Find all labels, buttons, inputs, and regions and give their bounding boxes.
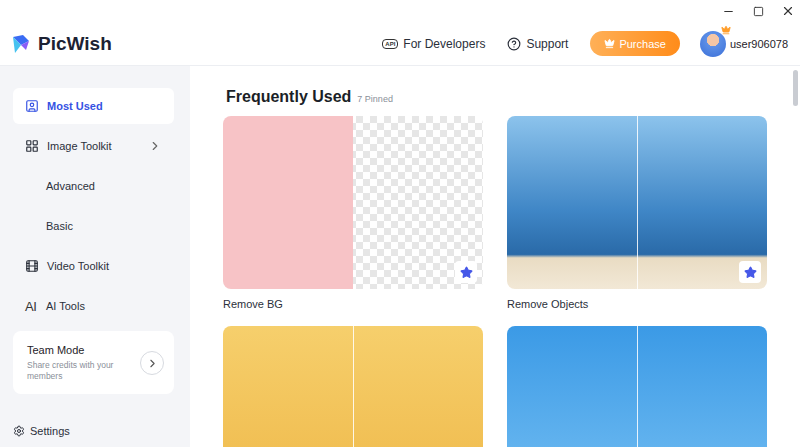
tool-grid: Remove BG Remove Objects	[223, 116, 767, 447]
compare-divider	[637, 116, 638, 289]
star-icon	[744, 266, 757, 279]
gear-icon	[13, 425, 25, 437]
user-account[interactable]: user906078	[700, 31, 788, 57]
maximize-button[interactable]	[750, 3, 766, 19]
tool-card[interactable]	[223, 326, 483, 447]
sidebar-item[interactable]: Most Used	[13, 88, 174, 124]
pin-badge[interactable]	[455, 261, 477, 283]
maximize-icon	[753, 6, 764, 17]
avatar	[700, 31, 726, 57]
compare-divider	[353, 326, 354, 447]
tool-card[interactable]	[507, 326, 767, 447]
ai-icon: AI	[25, 299, 38, 314]
main-content: Frequently Used 7 Pinned Remove BG Remove O…	[190, 66, 800, 447]
sidebar-item[interactable]: Video Toolkit	[13, 248, 174, 284]
sidebar-item[interactable]: Advanced	[13, 168, 174, 204]
vip-crown-icon	[721, 25, 731, 35]
film-icon	[25, 259, 39, 273]
settings-item[interactable]: Settings	[13, 425, 174, 437]
chevron-right-icon	[148, 139, 162, 153]
header-actions: APIFor Developers Support Purchase user9060…	[382, 31, 788, 57]
sidebar-item[interactable]: AIAI Tools	[13, 288, 174, 324]
body: Most Used Image Toolkit Advanced Basic Video…	[0, 66, 800, 447]
header: PicWish APIFor Developers Support Purchase u…	[0, 22, 800, 66]
close-button[interactable]	[780, 3, 796, 19]
team-mode-subtitle: Share credits with your members	[27, 360, 134, 382]
team-mode-title: Team Mode	[27, 344, 134, 356]
section-title: Frequently Used	[226, 88, 351, 106]
close-icon	[781, 4, 795, 18]
purchase-button[interactable]: Purchase	[590, 31, 679, 56]
tool-preview	[223, 116, 483, 289]
sidebar: Most Used Image Toolkit Advanced Basic Video…	[0, 66, 190, 447]
compare-divider	[637, 326, 638, 447]
scrollbar-thumb[interactable]	[793, 70, 798, 106]
pin-badge[interactable]	[739, 261, 761, 283]
grid-icon	[25, 139, 39, 153]
brand[interactable]: PicWish	[10, 33, 112, 55]
help-icon	[507, 37, 521, 51]
crown-icon	[604, 38, 615, 49]
team-mode-button[interactable]	[140, 351, 164, 375]
tool-card[interactable]: Remove BG	[223, 116, 483, 312]
chevron-right-icon	[146, 357, 159, 370]
section-header: Frequently Used 7 Pinned	[226, 88, 767, 106]
brand-name: PicWish	[38, 33, 112, 55]
header-link[interactable]: APIFor Developers	[382, 37, 485, 51]
sidebar-item[interactable]: Image Toolkit	[13, 128, 174, 164]
app-window: PicWish APIFor Developers Support Purchase u…	[0, 0, 800, 447]
api-icon: API	[382, 39, 398, 49]
picwish-logo-icon	[10, 33, 32, 55]
user-name: user906078	[730, 38, 788, 50]
minimize-icon	[722, 5, 735, 18]
tool-preview	[507, 326, 767, 447]
tool-label: Remove Objects	[507, 298, 767, 312]
header-link[interactable]: Support	[507, 37, 568, 51]
tool-preview	[223, 326, 483, 447]
tool-label: Remove BG	[223, 298, 483, 312]
pinned-count: 7 Pinned	[357, 94, 393, 104]
star-icon	[460, 266, 473, 279]
tool-card[interactable]: Remove Objects	[507, 116, 767, 312]
minimize-button[interactable]	[720, 3, 736, 19]
tool-preview	[507, 116, 767, 289]
sidebar-item[interactable]: Basic	[13, 208, 174, 244]
team-mode-card[interactable]: Team Mode Share credits with your members	[13, 331, 174, 394]
title-bar	[0, 0, 800, 22]
sidebar-nav: Most Used Image Toolkit Advanced Basic Video…	[13, 88, 174, 324]
user-card-icon	[25, 99, 39, 113]
